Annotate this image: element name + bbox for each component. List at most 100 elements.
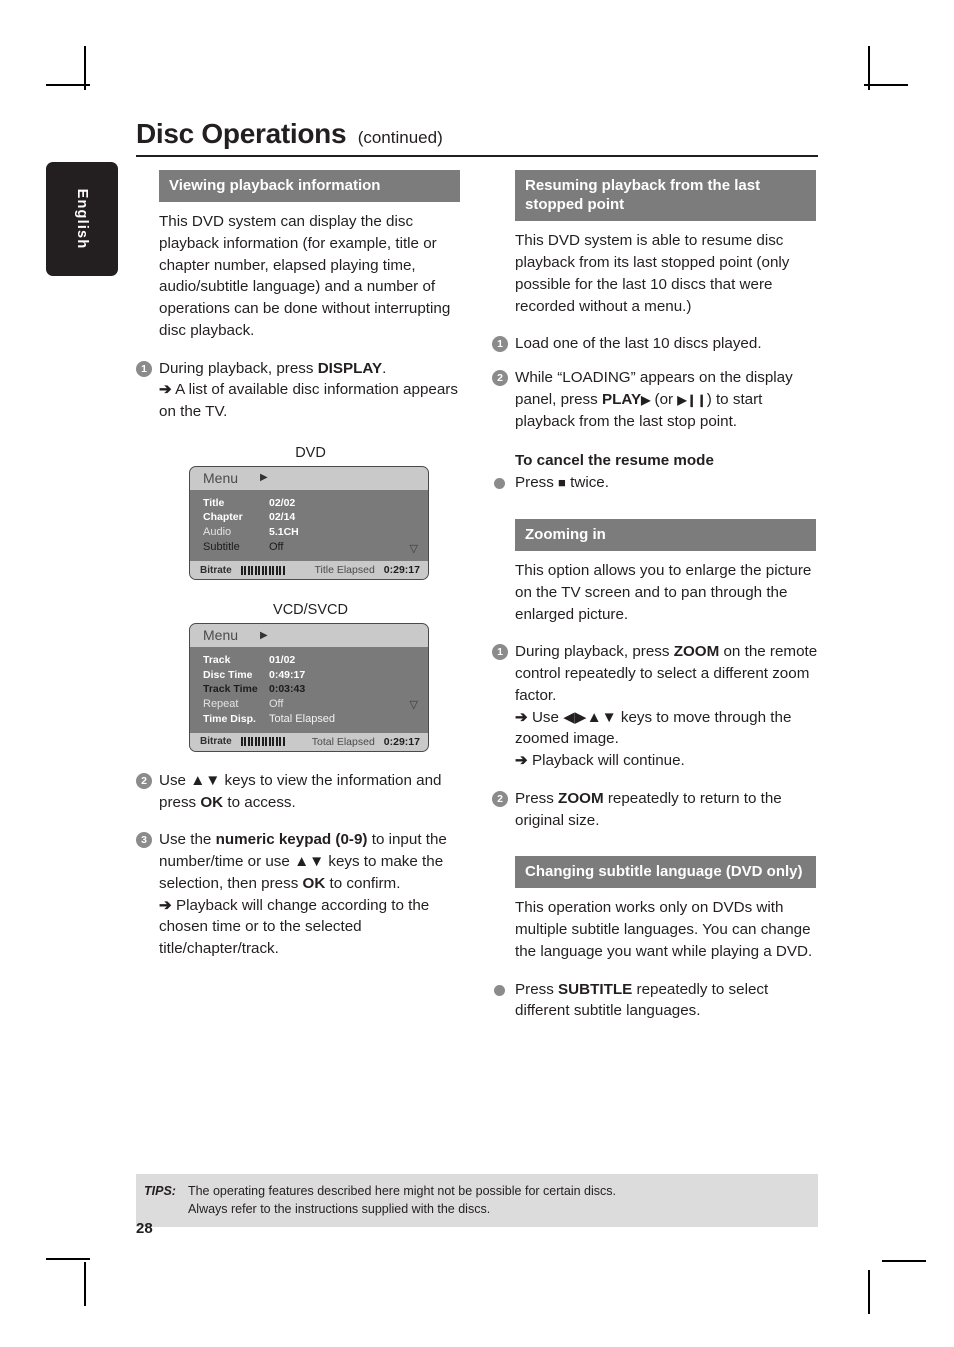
- osd-row-key: Time Disp.: [203, 712, 256, 725]
- section-intro-zooming-in: This option allows you to enlarge the pi…: [515, 562, 812, 623]
- play-icon: ▶: [641, 392, 651, 407]
- osd-row-key: Subtitle: [203, 540, 240, 553]
- crop-mark-bottom-right-horizontal: [882, 1260, 926, 1262]
- bitrate-bars-icon: [240, 565, 285, 575]
- bullet-text-end: twice.: [565, 474, 609, 492]
- step-keyword: OK: [302, 874, 326, 892]
- list-item: 2 While “LOADING” appears on the display…: [492, 367, 818, 432]
- tips-line-1: The operating features described here mi…: [187, 1184, 616, 1198]
- section-intro-resuming-playback: This DVD system is able to resume disc p…: [515, 232, 790, 315]
- bullet-dot-icon: [494, 478, 505, 490]
- section-heading-viewing-playback-information: Viewing playback information: [159, 170, 460, 203]
- step-keyword: ZOOM: [673, 643, 720, 661]
- page-title-main: Disc Operations: [136, 118, 347, 149]
- bullet-text: Press: [515, 474, 559, 492]
- tips-label: TIPS:: [144, 1184, 176, 1198]
- osd-row-key: Disc Time: [203, 668, 253, 681]
- arrow-keys-icon: ▲▼: [190, 771, 221, 789]
- tips-bar: TIPS: The operating features described h…: [136, 1174, 818, 1228]
- osd-row-value: Off: [269, 540, 284, 553]
- osd-row-value: 5.1CH: [269, 525, 299, 538]
- crop-mark-top-left-horizontal: [46, 84, 90, 86]
- step-result: Playback will change according to the ch…: [159, 896, 430, 958]
- crop-mark-top-right-horizontal: [864, 84, 908, 86]
- left-column: Viewing playback information This DVD sy…: [136, 170, 466, 960]
- osd-title-bar-vcd: Menu ▶: [190, 624, 428, 648]
- bitrate-bars-icon: [240, 737, 285, 747]
- step-number-badge: 2: [492, 790, 508, 807]
- step-text: Press: [515, 789, 559, 807]
- step-number-badge: 2: [492, 370, 508, 387]
- list-item: 2 Press ZOOM repeatedly to return to the…: [492, 788, 818, 831]
- list-item: Chapter 02/14: [190, 510, 428, 524]
- bullet-dot-icon: [494, 984, 505, 996]
- osd-footer-dvd: Bitrate Title Elapsed 0:29:17: [190, 561, 428, 580]
- osd-footer-vcd: Bitrate Total Elapsed 0:29:17: [190, 732, 428, 751]
- section-heading-resuming-playback: Resuming playback from the last stopped …: [515, 170, 816, 222]
- page-number: 28: [136, 1220, 153, 1237]
- play-pause-icon: ▶❙❙: [677, 392, 707, 407]
- section-intro-viewing-playback: This DVD system can display the disc pla…: [159, 213, 451, 339]
- arrow-keys-icon: ▲▼: [294, 853, 325, 871]
- step-text: (or: [650, 390, 678, 408]
- list-item: Disc Time 0:49:17: [190, 668, 428, 682]
- osd-time-value: 0:29:17: [383, 735, 420, 748]
- step-keyword: PLAY: [601, 390, 642, 408]
- step-number-badge: 1: [136, 360, 152, 377]
- osd-time-value: 0:29:17: [383, 564, 420, 577]
- list-item: 1 During playback, press DISPLAY. ➔ A li…: [136, 358, 462, 423]
- crop-mark-bottom-left-horizontal: [46, 1258, 90, 1260]
- osd-row-key: Title: [203, 496, 225, 509]
- osd-bitrate-label: Bitrate: [200, 564, 232, 576]
- title-divider: [136, 155, 818, 157]
- step-number-badge: 1: [492, 644, 508, 661]
- osd-row-value: 0:49:17: [269, 668, 306, 681]
- osd-title-bar-dvd: Menu ▶: [190, 466, 428, 490]
- arrow-icon: ➔: [515, 752, 528, 770]
- section-intro-changing-subtitle-language: This operation works only on DVDs with m…: [515, 899, 813, 960]
- arrow-icon: ➔: [159, 896, 172, 914]
- step-text: Load one of the last 10 discs played.: [515, 335, 762, 353]
- bullet-keyword: SUBTITLE: [558, 980, 633, 998]
- osd-menu-label: Menu: [203, 469, 239, 486]
- language-tab-label: English: [74, 188, 90, 250]
- stop-icon: ■: [558, 475, 566, 491]
- arrow-icon: ➔: [159, 381, 172, 399]
- list-item: Subtitle Off: [190, 540, 428, 555]
- list-item: 2 Use ▲▼ keys to view the information an…: [136, 770, 462, 813]
- list-item: 1 During playback, press ZOOM on the rem…: [492, 641, 818, 771]
- osd-row-value: Off: [269, 697, 284, 710]
- arrow-icon: ➔: [515, 708, 528, 726]
- osd-caption-dvd: DVD: [295, 444, 326, 461]
- osd-row-value: 0:03:43: [269, 683, 306, 696]
- step-result-2: Playback will continue.: [531, 752, 685, 770]
- step-number-badge: 2: [136, 772, 152, 789]
- step-number-badge: 1: [492, 336, 508, 353]
- tips-line-2: Always refer to the instructions supplie…: [187, 1202, 491, 1217]
- right-column: Resuming playback from the last stopped …: [492, 170, 822, 1022]
- step-text-end: to access.: [223, 793, 296, 811]
- play-triangle-icon: ▶: [260, 472, 268, 484]
- list-item: Press SUBTITLE repeatedly to select diff…: [492, 979, 818, 1022]
- page-title-continued: (continued): [357, 128, 443, 147]
- osd-caption-vcd: VCD/SVCD: [273, 602, 348, 619]
- step-text: Use: [159, 771, 191, 789]
- list-item: Audio 5.1CH: [190, 525, 428, 540]
- osd-row-key: Repeat: [203, 697, 239, 710]
- osd-row-key: Audio: [203, 525, 232, 538]
- list-item: Title 02/02: [190, 496, 428, 510]
- list-item: Track 01/02: [190, 653, 428, 667]
- direction-keys-icon: ◀▶▲▼: [563, 708, 617, 726]
- step-keyword: numeric keypad (0-9): [215, 831, 368, 849]
- list-item: 3 Use the numeric keypad (0-9) to input …: [136, 829, 462, 959]
- section-heading-changing-subtitle-language: Changing subtitle language (DVD only): [515, 856, 816, 889]
- list-item: Press ■ twice.: [492, 472, 818, 494]
- step-text-end: to confirm.: [325, 874, 401, 892]
- language-tab: English: [46, 162, 118, 276]
- osd-body-vcd: Track 01/02 Disc Time 0:49:17 Track Time…: [190, 647, 428, 733]
- osd-row-value: 02/02: [269, 496, 296, 509]
- bullet-text: Press: [515, 980, 559, 998]
- step-text: During playback, press: [515, 643, 674, 661]
- osd-bitrate-label: Bitrate: [200, 736, 232, 748]
- osd-panel-dvd: Menu ▶ Title 02/02 Chapter 02/14 Audio 5…: [189, 465, 429, 581]
